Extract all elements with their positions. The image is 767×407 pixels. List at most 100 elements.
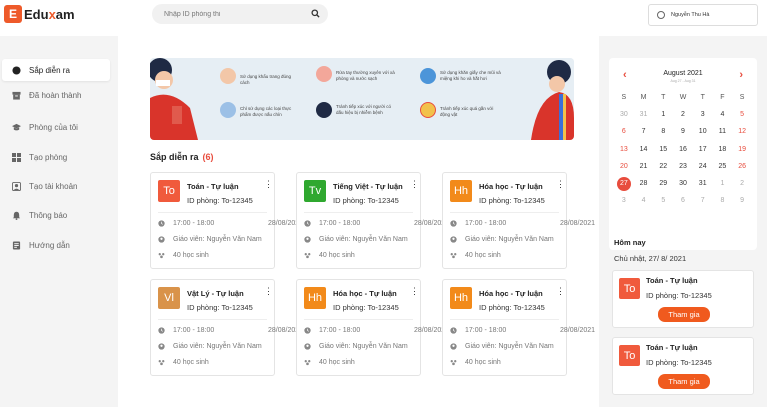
bell-icon (12, 211, 21, 220)
more-options-icon[interactable]: ⋮ (264, 287, 273, 296)
sidebar-item-completed[interactable]: Đã hoàn thành (2, 84, 110, 106)
room-id: ID phòng: To-12345 (479, 303, 545, 312)
more-options-icon[interactable]: ⋮ (556, 287, 565, 296)
schedule-row: 17:00 - 18:00 28/08/2021 (158, 220, 303, 227)
divider (158, 319, 267, 320)
tip-text: Rửa tay thường xuyên với xà phòng và nướ… (336, 70, 395, 81)
room-date: 28/08/2021 (560, 220, 596, 227)
room-card[interactable]: Hh Hóa học - Tự luận ID phòng: To-12345 … (442, 172, 595, 269)
calendar-day[interactable]: 3 (614, 192, 634, 209)
room-date: 28/08/2021 (560, 327, 596, 334)
clock-icon (304, 327, 311, 334)
today-date: Chủ nhật, 27/ 8/ 2021 (614, 254, 687, 263)
search-input[interactable] (164, 10, 311, 18)
room-title: Toán - Tự luận (187, 182, 239, 191)
calendar-day[interactable]: 5 (732, 106, 752, 123)
room-teacher: Giáo viên: Nguyễn Văn Nam (319, 343, 408, 350)
room-card[interactable]: Vl Vật Lý - Tự luận ID phòng: To-12345 ⋮… (150, 279, 303, 376)
more-options-icon[interactable]: ⋮ (264, 180, 273, 189)
search-icon[interactable] (311, 8, 320, 20)
calendar-day[interactable]: 2 (732, 175, 752, 192)
calendar-day[interactable]: 30 (614, 106, 634, 123)
divider (450, 319, 559, 320)
calendar-day[interactable]: 7 (693, 192, 713, 209)
sick-person-icon (316, 102, 332, 118)
calendar-day[interactable]: 2 (673, 106, 693, 123)
grid-icon (12, 152, 21, 162)
calendar-day[interactable]: 28 (634, 175, 654, 192)
calendar-day[interactable]: 10 (693, 123, 713, 140)
calendar-day[interactable]: 8 (713, 192, 733, 209)
calendar-day[interactable]: 22 (653, 158, 673, 175)
sidebar-item-upcoming[interactable]: Sắp diễn ra (2, 59, 110, 81)
tip-text: Sử dụng khăn giấy che mũi và miệng khi h… (440, 70, 501, 81)
calendar-day[interactable]: 31 (693, 175, 713, 192)
weekday-label: S (739, 94, 745, 102)
more-options-icon[interactable]: ⋮ (410, 287, 419, 296)
weekday-label: S (621, 94, 627, 102)
calendar-day[interactable]: 21 (634, 158, 654, 175)
room-title: Hóa học - Tự luận (479, 182, 543, 191)
calendar-day[interactable]: 5 (653, 192, 673, 209)
schedule-row: 17:00 - 18:00 28/08/2021 (450, 220, 595, 227)
calendar-day[interactable]: 12 (732, 123, 752, 140)
calendar-day-today[interactable]: 27 (614, 175, 634, 192)
user-menu[interactable]: Nguyễn Thu Hà (648, 4, 758, 26)
calendar-day[interactable]: 3 (693, 106, 713, 123)
calendar-day[interactable]: 17 (693, 141, 713, 158)
room-card[interactable]: Hh Hóa học - Tự luận ID phòng: To-12345 … (296, 279, 449, 376)
calendar: ‹ › August 2021 Aug 27 - Aug 31 SMTWTFS3… (609, 58, 757, 250)
calendar-day[interactable]: 30 (673, 175, 693, 192)
calendar-day[interactable]: 8 (653, 123, 673, 140)
join-button[interactable]: Tham gia (658, 307, 710, 322)
sidebar-item-my-rooms[interactable]: Phòng của tôi (2, 116, 110, 138)
divider (158, 212, 267, 213)
user-name: Nguyễn Thu Hà (671, 12, 710, 18)
calendar-day[interactable]: 4 (713, 106, 733, 123)
calendar-day[interactable]: 20 (614, 158, 634, 175)
divider (450, 212, 559, 213)
room-time: 17:00 - 18:00 (319, 327, 361, 334)
room-card[interactable]: Hh Hóa học - Tự luận ID phòng: To-12345 … (442, 279, 595, 376)
calendar-day[interactable]: 31 (634, 106, 654, 123)
calendar-day[interactable]: 24 (693, 158, 713, 175)
calendar-day[interactable]: 29 (653, 175, 673, 192)
calendar-day[interactable]: 23 (673, 158, 693, 175)
room-time: 17:00 - 18:00 (173, 220, 215, 227)
logo[interactable]: E Eduxam (4, 5, 75, 23)
calendar-day[interactable]: 15 (653, 141, 673, 158)
calendar-day[interactable]: 6 (614, 123, 634, 140)
subject-badge: Tv (304, 180, 326, 202)
sidebar-item-label: Thông báo (29, 210, 68, 220)
more-options-icon[interactable]: ⋮ (410, 180, 419, 189)
weekday-label: T (661, 94, 666, 102)
calendar-day[interactable]: 1 (653, 106, 673, 123)
teacher-row: Giáo viên: Nguyễn Văn Nam (450, 236, 554, 243)
students-icon (158, 252, 165, 259)
room-card[interactable]: To Toán - Tự luận ID phòng: To-12345 ⋮ 1… (150, 172, 303, 269)
calendar-day[interactable]: 7 (634, 123, 654, 140)
calendar-day[interactable]: 11 (713, 123, 733, 140)
calendar-day[interactable]: 14 (634, 141, 654, 158)
weekday-label: W (679, 94, 687, 102)
room-card[interactable]: Tv Tiếng Việt - Tự luận ID phòng: To-123… (296, 172, 449, 269)
calendar-day[interactable]: 19 (732, 141, 752, 158)
sidebar-item-create-account[interactable]: Tạo tài khoản (2, 175, 110, 197)
calendar-day[interactable]: 16 (673, 141, 693, 158)
calendar-day[interactable]: 18 (713, 141, 733, 158)
calendar-day[interactable]: 4 (634, 192, 654, 209)
join-button[interactable]: Tham gia (658, 374, 710, 389)
calendar-day[interactable]: 9 (732, 192, 752, 209)
calendar-day[interactable]: 9 (673, 123, 693, 140)
calendar-day[interactable]: 1 (713, 175, 733, 192)
logo-text: Eduxam (24, 6, 75, 22)
calendar-day[interactable]: 13 (614, 141, 634, 158)
sidebar-item-create-room[interactable]: Tạo phòng (2, 146, 110, 168)
calendar-day[interactable]: 26 (732, 158, 752, 175)
calendar-day[interactable]: 25 (713, 158, 733, 175)
sidebar-item-guide[interactable]: Hướng dẫn (2, 234, 110, 256)
calendar-day[interactable]: 6 (673, 192, 693, 209)
room-title: Hóa học - Tự luận (479, 289, 543, 298)
more-options-icon[interactable]: ⋮ (556, 180, 565, 189)
sidebar-item-notifications[interactable]: Thông báo (2, 204, 110, 226)
